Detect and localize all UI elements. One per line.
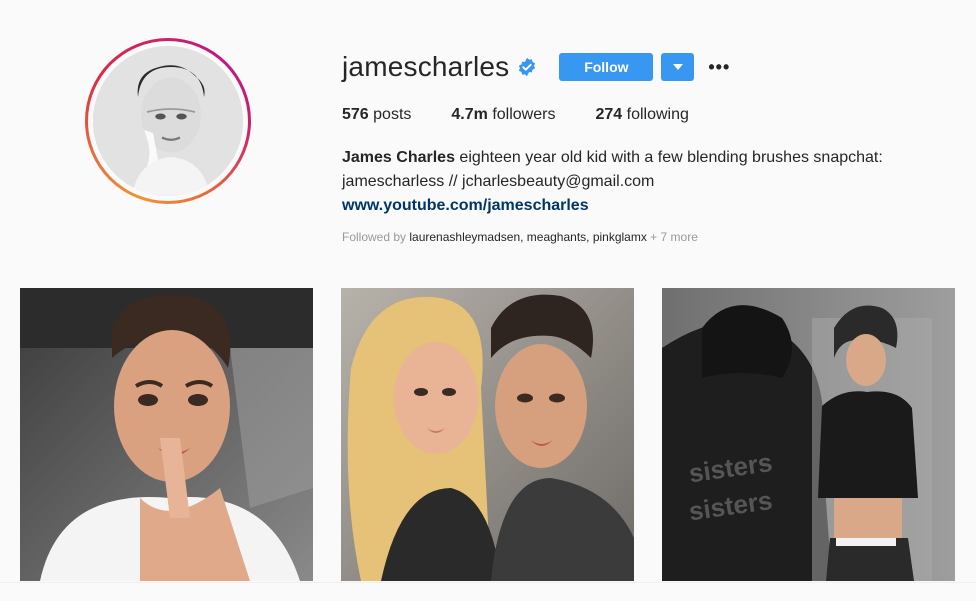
- avatar: [93, 46, 243, 196]
- profile-avatar-ring[interactable]: [85, 38, 251, 204]
- page-bottom-divider: [0, 582, 976, 601]
- posts-stat: 576 posts: [342, 106, 411, 124]
- post-tile[interactable]: sisters sisters: [662, 288, 955, 581]
- followers-stat[interactable]: 4.7m followers: [451, 106, 555, 124]
- full-name: James Charles: [342, 149, 455, 166]
- username: jamescharles: [342, 51, 510, 82]
- post-tile[interactable]: [20, 288, 313, 581]
- more-options-icon[interactable]: •••: [708, 58, 730, 76]
- bio-text-2: jamescharless // jcharlesbeauty@gmail.co…: [342, 173, 655, 190]
- posts-label: posts: [373, 106, 412, 123]
- following-stat[interactable]: 274 following: [595, 106, 688, 124]
- followers-count: 4.7m: [451, 106, 488, 123]
- bio-text-1: eighteen year old kid with a few blendin…: [454, 149, 883, 166]
- post-grid: sisters sisters: [20, 288, 955, 581]
- followed-by-names: laurenashleymadsen, meaghants, pinkglamx: [409, 230, 647, 244]
- post-image: [341, 288, 634, 581]
- bio-website-link[interactable]: www.youtube.com/jamescharles: [342, 194, 962, 218]
- suggestions-dropdown-button[interactable]: [661, 53, 695, 81]
- post-tile[interactable]: [341, 288, 634, 581]
- avatar-portrait: [93, 46, 243, 196]
- followed-by[interactable]: Followed by laurenashleymadsen, meaghant…: [342, 230, 698, 244]
- follow-button[interactable]: Follow: [559, 53, 654, 81]
- verified-badge-icon: [517, 57, 537, 77]
- profile-bio: James Charles eighteen year old kid with…: [342, 146, 962, 218]
- profile-header: jamescharles Follow •••: [342, 50, 730, 84]
- following-label: following: [626, 106, 689, 123]
- bio-line-1: James Charles eighteen year old kid with…: [342, 146, 962, 170]
- following-count: 274: [595, 106, 623, 123]
- post-image: sisters sisters: [662, 288, 955, 581]
- avatar-frame: [88, 41, 248, 201]
- profile-stats: 576 posts 4.7m followers 274 following: [342, 106, 729, 124]
- followed-by-prefix: Followed by: [342, 230, 410, 244]
- followers-label: followers: [492, 106, 556, 123]
- posts-count: 576: [342, 106, 369, 123]
- caret-down-icon: [672, 64, 683, 70]
- followed-by-more: + 7 more: [646, 230, 698, 244]
- post-image: [20, 288, 313, 581]
